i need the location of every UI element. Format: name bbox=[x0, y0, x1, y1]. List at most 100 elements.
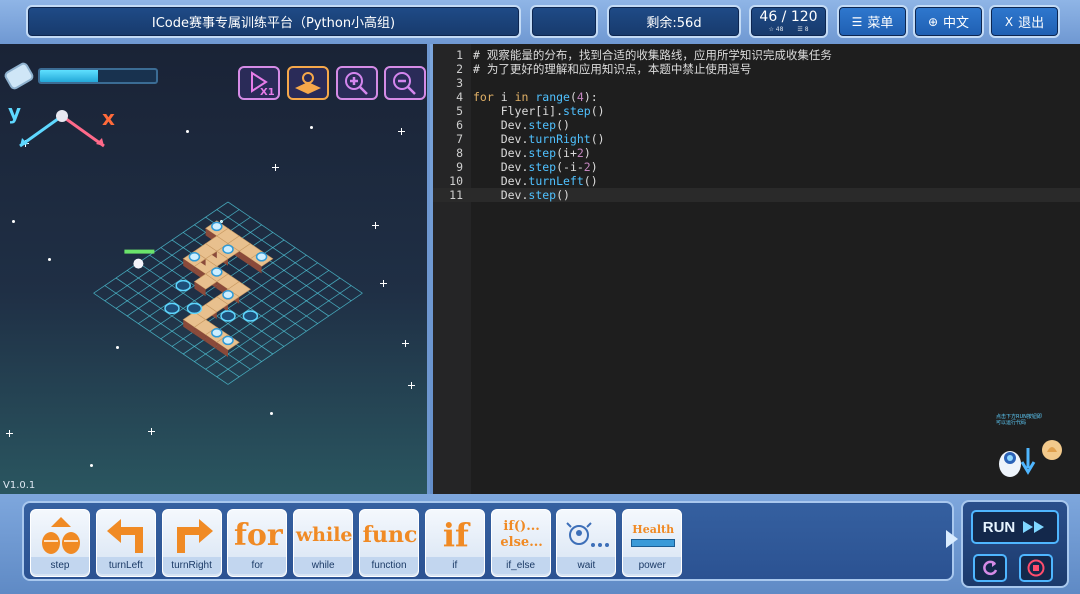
stat-list-value: 8 bbox=[804, 26, 809, 33]
level-progress-text: 46 / 120 bbox=[759, 9, 818, 25]
fast-forward-icon bbox=[1023, 521, 1045, 533]
block-turnRight[interactable]: turnRight bbox=[161, 509, 222, 577]
for-icon: for bbox=[228, 512, 288, 558]
energy-gem-icon bbox=[211, 328, 223, 338]
line-number: 10 bbox=[449, 174, 463, 188]
refresh-icon bbox=[983, 560, 998, 576]
run-panel: RUN bbox=[961, 500, 1069, 588]
flyer-pad-icon bbox=[164, 302, 180, 315]
block-label: turnRight bbox=[162, 557, 221, 574]
wait-icon bbox=[557, 512, 617, 558]
block-wait[interactable]: wait bbox=[556, 509, 617, 577]
flyer-pad-icon bbox=[175, 279, 191, 292]
power-glyph: Health bbox=[632, 523, 675, 536]
flyer-pad-icon bbox=[242, 310, 259, 322]
block-step[interactable]: step bbox=[30, 509, 90, 577]
remaining-days: 剩余:56d bbox=[607, 5, 741, 38]
if-else-icon: if()... else... bbox=[492, 512, 552, 558]
line-number: 1 bbox=[456, 48, 463, 62]
palette-next-arrow-icon[interactable] bbox=[946, 530, 958, 548]
code-line[interactable]: 4 for i in range(4): bbox=[433, 90, 1080, 104]
code-line[interactable]: 10 Dev.turnLeft() bbox=[433, 174, 1080, 188]
code-editor[interactable]: 1 # 观察能量的分布，找到合适的收集路线，应用所学知识完成收集任务 2 # 为了更好… bbox=[433, 44, 1080, 494]
block-while[interactable]: while while bbox=[293, 509, 354, 577]
energy-gem-icon bbox=[188, 252, 201, 262]
board-tiles bbox=[124, 220, 274, 357]
block-label: wait bbox=[557, 557, 616, 574]
menu-button[interactable]: ☰ 菜单 bbox=[837, 5, 908, 38]
line-number: 6 bbox=[456, 118, 463, 132]
block-glyph: while bbox=[295, 524, 353, 546]
block-if-else[interactable]: if()... else... if_else bbox=[490, 509, 552, 577]
version-label: V1.0.1 bbox=[3, 480, 36, 491]
energy-gem-icon bbox=[255, 252, 268, 262]
app-window: ICode赛事专属训练平台（Python小高组) 剩余:56d 46 / 120… bbox=[0, 0, 1080, 594]
game-board[interactable] bbox=[0, 44, 430, 494]
function-icon: func bbox=[360, 512, 420, 558]
run-button-label: RUN bbox=[982, 518, 1016, 536]
stop-icon bbox=[1027, 559, 1045, 577]
top-bar: ICode赛事专属训练平台（Python小高组) 剩余:56d 46 / 120… bbox=[0, 0, 1080, 44]
block-label: function bbox=[360, 557, 418, 574]
code-line[interactable]: 9 Dev.step(-i-2) bbox=[433, 160, 1080, 174]
block-power[interactable]: Health power bbox=[622, 509, 683, 577]
code-line[interactable]: 1 # 观察能量的分布，找到合适的收集路线，应用所学知识完成收集任务 bbox=[433, 48, 1080, 62]
game-viewport[interactable]: X1 y x V1.0.1 bbox=[0, 44, 430, 494]
block-glyph-2: else... bbox=[500, 535, 543, 550]
line-number: 4 bbox=[456, 90, 463, 104]
block-label: turnLeft bbox=[96, 557, 155, 574]
platform-title: ICode赛事专属训练平台（Python小高组) bbox=[26, 5, 521, 38]
block-function[interactable]: func function bbox=[359, 509, 419, 577]
exit-button-label: 退出 bbox=[1018, 16, 1045, 31]
block-turnLeft[interactable]: turnLeft bbox=[95, 509, 157, 577]
while-icon: while bbox=[294, 512, 354, 558]
level-progress: 46 / 120 ☆ 48 ☰ 8 bbox=[749, 5, 828, 38]
turn-left-icon bbox=[97, 512, 157, 558]
block-if[interactable]: if if bbox=[424, 509, 485, 577]
block-glyph: if()... bbox=[503, 519, 540, 534]
code-text: Dev.step() bbox=[473, 118, 570, 132]
code-line[interactable]: 7 Dev.turnRight() bbox=[433, 132, 1080, 146]
block-glyph: func bbox=[362, 522, 418, 548]
code-text: Flyer[i].step() bbox=[473, 104, 605, 118]
helper-robot[interactable]: 点击下方RUN按钮即可以运行代码 bbox=[996, 414, 1070, 486]
menu-button-label: 菜单 bbox=[867, 16, 894, 31]
block-label: step bbox=[31, 557, 89, 574]
flyer-pad-icon bbox=[186, 302, 203, 315]
code-line[interactable]: 5 Flyer[i].step() bbox=[433, 104, 1080, 118]
line-number: 7 bbox=[456, 132, 463, 146]
stat-stars-value: 48 bbox=[775, 26, 784, 33]
exit-button[interactable]: X 退出 bbox=[989, 5, 1060, 38]
line-number: 9 bbox=[456, 160, 463, 174]
stop-button[interactable] bbox=[1019, 554, 1053, 582]
code-text: # 观察能量的分布，找到合适的收集路线，应用所学知识完成收集任务 bbox=[473, 48, 832, 62]
code-line[interactable]: 2 # 为了更好的理解和应用知识点，本题中禁止使用逗号 bbox=[433, 62, 1080, 76]
code-text: Dev.step(i+2) bbox=[473, 146, 591, 160]
language-button[interactable]: ⊕ 中文 bbox=[913, 5, 984, 38]
flyer-pad-icon bbox=[220, 310, 236, 322]
code-block-palette: step turnLeft turnRight for for while while fun… bbox=[22, 501, 954, 581]
block-label: while bbox=[294, 557, 353, 574]
code-line[interactable]: 8 Dev.step(i+2) bbox=[433, 146, 1080, 160]
bottom-toolbar: step turnLeft turnRight for for while while fun… bbox=[0, 494, 1080, 594]
energy-gem-icon bbox=[211, 221, 223, 232]
step-icon bbox=[31, 512, 91, 558]
energy-gem-icon bbox=[211, 267, 223, 277]
energy-gem-icon bbox=[222, 335, 234, 346]
run-button[interactable]: RUN bbox=[971, 510, 1059, 544]
stat-list: ☰ 8 bbox=[797, 26, 809, 33]
energy-gem-icon bbox=[222, 244, 234, 254]
block-glyph: for bbox=[234, 517, 283, 553]
page-title: ICode赛事专属训练平台（Python小高组) bbox=[151, 16, 396, 31]
remaining-days-text: 剩余:56d bbox=[646, 16, 702, 31]
line-number: 11 bbox=[449, 188, 463, 202]
reset-button[interactable] bbox=[973, 554, 1007, 582]
code-line[interactable]: 6 Dev.step() bbox=[433, 118, 1080, 132]
block-for[interactable]: for for bbox=[227, 509, 288, 577]
block-label: if bbox=[425, 557, 484, 574]
code-line[interactable]: 3 bbox=[433, 76, 1080, 90]
line-number: 3 bbox=[456, 76, 463, 90]
code-text: Dev.step() bbox=[473, 188, 570, 202]
code-line[interactable]: 11 Dev.step() bbox=[433, 188, 1080, 202]
robot-icon bbox=[999, 440, 1062, 477]
